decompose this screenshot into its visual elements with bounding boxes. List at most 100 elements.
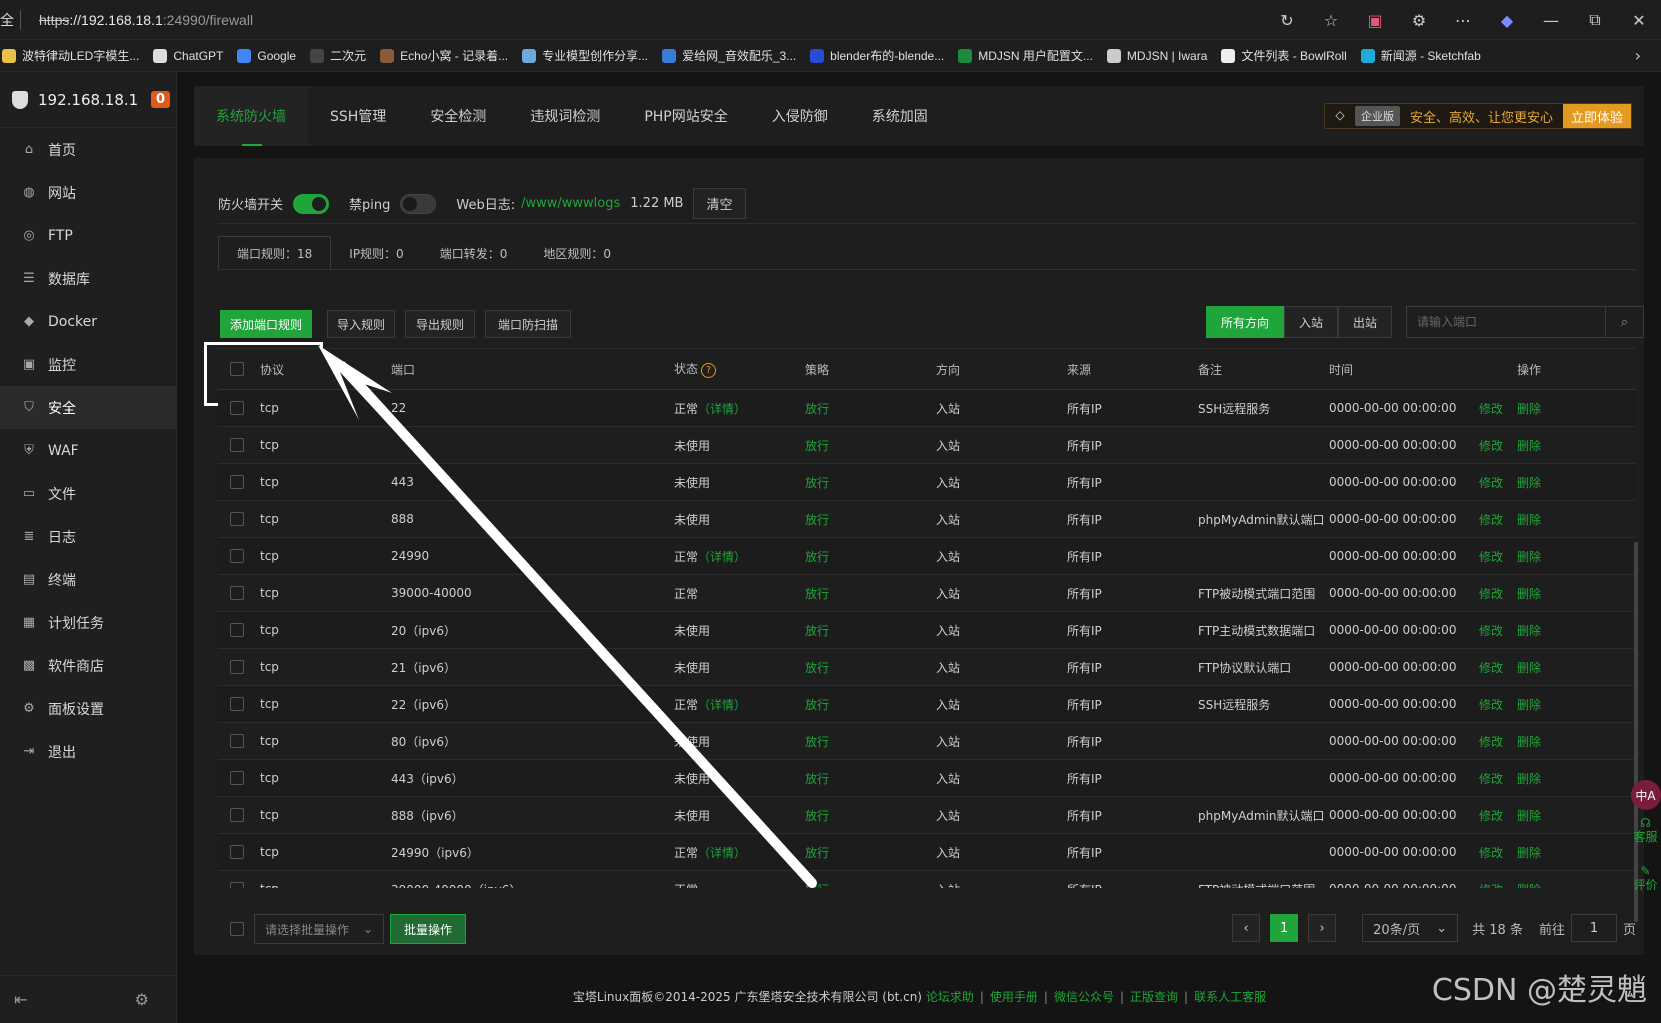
edit-rule-link[interactable]: 修改 [1479,511,1503,528]
delete-rule-link[interactable]: 删除 [1517,400,1541,417]
security-tab[interactable]: 系统防火墙 [194,86,308,146]
edit-rule-link[interactable]: 修改 [1479,548,1503,565]
sidebar-item[interactable]: ▣ 监控 [0,343,176,386]
star-icon[interactable]: ☆ [1309,11,1353,30]
export-rules-button[interactable]: 导出规则 [405,310,475,338]
status-detail-link[interactable]: （详情） [698,846,746,860]
delete-rule-link[interactable]: 删除 [1517,437,1541,454]
security-tab[interactable]: 入侵防御 [750,86,850,146]
sidebar-item[interactable]: ☰ 数据库 [0,257,176,300]
collapse-menu-icon[interactable]: ⇤ [14,990,27,1009]
sidebar-item[interactable]: ⚙ 面板设置 [0,687,176,730]
delete-rule-link[interactable]: 删除 [1517,511,1541,528]
delete-rule-link[interactable]: 删除 [1517,844,1541,861]
bookmark-item[interactable]: 专业模型创作分享... [522,47,648,64]
row-checkbox[interactable] [230,697,244,711]
delete-rule-link[interactable]: 删除 [1517,770,1541,787]
bookmark-item[interactable]: 爱给网_音效配乐_3... [662,47,796,64]
bookmark-item[interactable]: Google [237,48,296,63]
port-search-input[interactable] [1407,307,1605,337]
security-tab[interactable]: SSH管理 [308,86,408,146]
port-scan-protection-button[interactable]: 端口防扫描 [485,310,571,338]
select-all-checkbox[interactable] [230,362,244,376]
edit-rule-link[interactable]: 修改 [1479,585,1503,602]
edit-rule-link[interactable]: 修改 [1479,881,1503,889]
close-icon[interactable]: ✕ [1617,11,1661,30]
sidebar-settings-icon[interactable]: ⚙ [135,990,149,1009]
sidebar-item[interactable]: ⛉ 安全 [0,386,176,429]
sidebar-item[interactable]: ▤ 终端 [0,558,176,601]
row-checkbox[interactable] [230,401,244,415]
row-checkbox[interactable] [230,660,244,674]
status-detail-link[interactable]: （详情） [698,698,746,712]
row-checkbox[interactable] [230,808,244,822]
import-rules-button[interactable]: 导入规则 [327,310,395,338]
sidebar-item[interactable]: ◎ FTP [0,214,176,257]
more-bookmarks-icon[interactable]: › [1635,46,1641,65]
sidebar-item[interactable]: ▦ 计划任务 [0,601,176,644]
page-size-select[interactable]: 20条/页 ⌄ [1362,914,1459,942]
refresh-icon[interactable]: ↻ [1265,11,1309,30]
delete-rule-link[interactable]: 删除 [1517,548,1541,565]
sidebar-item[interactable]: ▩ 软件商店 [0,644,176,687]
bookmark-item[interactable]: 新闻源 - Sketchfab [1360,47,1481,64]
edit-rule-link[interactable]: 修改 [1479,474,1503,491]
bookmark-item[interactable]: MDJSN 用户配置文... [958,47,1093,64]
edit-rule-link[interactable]: 修改 [1479,437,1503,454]
weblog-path-link[interactable]: /www/wwwlogs [521,196,620,211]
delete-rule-link[interactable]: 删除 [1517,474,1541,491]
bookmark-item[interactable]: 波特律动LED字模生... [2,47,139,64]
edit-rule-link[interactable]: 修改 [1479,696,1503,713]
bookmark-item[interactable]: 二次元 [310,47,366,64]
edit-rule-link[interactable]: 修改 [1479,807,1503,824]
delete-rule-link[interactable]: 删除 [1517,807,1541,824]
next-page-button[interactable]: › [1308,914,1337,942]
restore-icon[interactable]: ⧉ [1573,10,1617,30]
url-field[interactable]: https://192.168.18.1:24990/firewall [39,12,253,28]
edit-rule-link[interactable]: 修改 [1479,733,1503,750]
delete-rule-link[interactable]: 删除 [1517,881,1541,889]
bookmark-item[interactable]: blender布的-blende... [810,47,944,64]
sidebar-item[interactable]: ◆ Docker [0,300,176,343]
alert-count-badge[interactable]: 0 [150,91,170,108]
rule-type-tab[interactable]: 端口转发：0 [422,236,526,270]
rule-type-tab[interactable]: 端口规则：18 [218,236,332,270]
sidebar-item[interactable]: ⇥ 退出 [0,730,176,773]
more-menu-icon[interactable]: ⋯ [1441,11,1485,30]
row-checkbox[interactable] [230,882,244,888]
direction-filter-option[interactable]: 出站 [1338,306,1393,338]
sidebar-item[interactable]: ⌂ 首页 [0,128,176,171]
row-checkbox[interactable] [230,438,244,452]
bookmark-item[interactable]: 文件列表 - BowlRoll [1221,47,1347,64]
sidebar-item[interactable]: ≣ 日志 [0,515,176,558]
edit-rule-link[interactable]: 修改 [1479,770,1503,787]
security-tab[interactable]: PHP网站安全 [622,86,749,146]
rule-type-tab[interactable]: 地区规则：0 [525,236,629,270]
delete-rule-link[interactable]: 删除 [1517,696,1541,713]
add-port-rule-button[interactable]: 添加端口规则 [220,310,312,338]
row-checkbox[interactable] [230,586,244,600]
minimize-icon[interactable]: — [1529,11,1573,30]
footer-link[interactable]: 微信公众号 [1054,990,1114,1004]
edit-rule-link[interactable]: 修改 [1479,622,1503,639]
footer-link[interactable]: 使用手册 [990,990,1038,1004]
rule-type-tab[interactable]: IP规则：0 [331,236,421,270]
sidebar-item[interactable]: ▭ 文件 [0,472,176,515]
delete-rule-link[interactable]: 删除 [1517,622,1541,639]
security-tab[interactable]: 系统加固 [850,86,950,146]
batch-select-checkbox[interactable] [230,922,244,936]
bookmark-item[interactable]: ChatGPT [153,48,223,63]
direction-filter-option[interactable]: 入站 [1284,306,1339,338]
copilot-icon[interactable]: ◆ [1485,11,1529,30]
prev-page-button[interactable]: ‹ [1232,914,1261,942]
help-icon[interactable]: ? [701,363,717,378]
batch-action-select[interactable]: 请选择批量操作 ⌄ [254,914,384,944]
current-page-button[interactable]: 1 [1270,914,1299,942]
firewall-toggle[interactable] [293,193,330,214]
delete-rule-link[interactable]: 删除 [1517,659,1541,676]
delete-rule-link[interactable]: 删除 [1517,733,1541,750]
edit-rule-link[interactable]: 修改 [1479,659,1503,676]
extensions-icon[interactable]: ⚙ [1397,11,1441,30]
footer-link[interactable]: 联系人工客服 [1194,990,1266,1004]
status-detail-link[interactable]: （详情） [698,550,746,564]
